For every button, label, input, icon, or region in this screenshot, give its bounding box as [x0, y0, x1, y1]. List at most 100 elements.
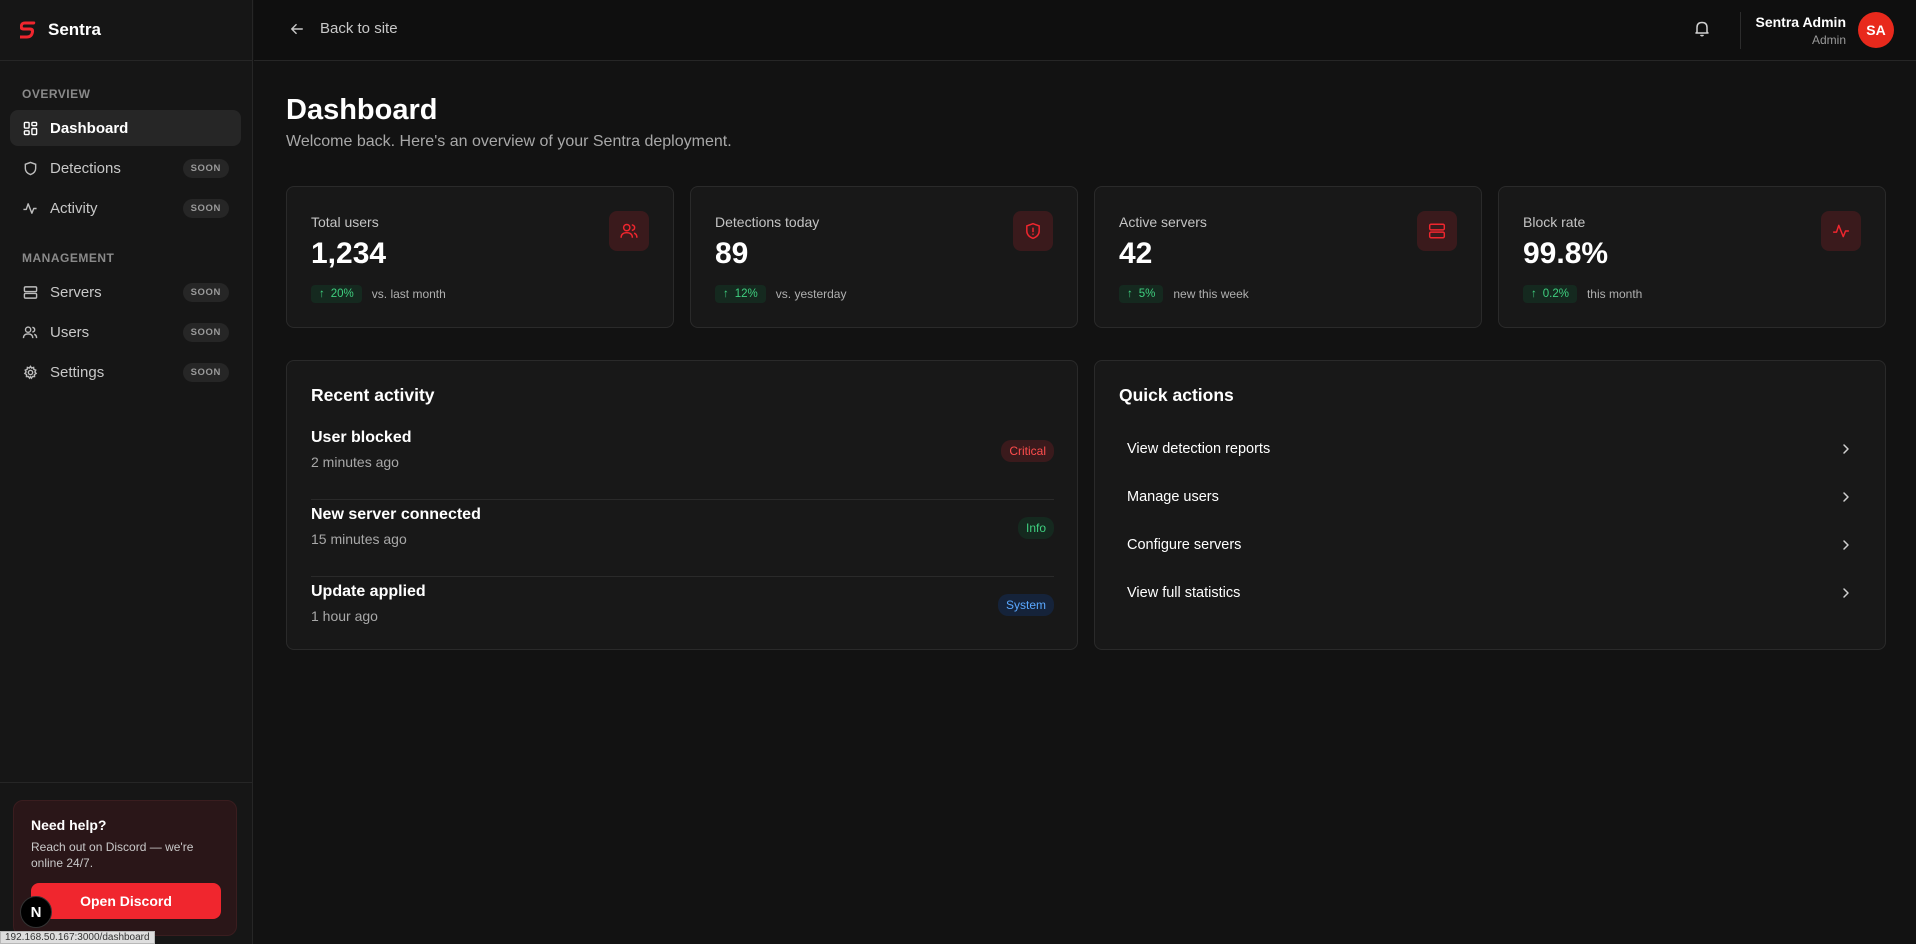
activity-item[interactable]: New server connected 15 minutes ago Info: [311, 500, 1054, 577]
change-pill: ↑ 20%: [311, 285, 362, 303]
chevron-right-icon: [1843, 444, 1849, 454]
activity-icon: [1821, 211, 1861, 251]
activity-time: 15 minutes ago: [311, 531, 407, 547]
stat-change: ↑ 12% vs. yesterday: [715, 285, 846, 303]
user-menu[interactable]: Sentra Admin Admin: [1756, 14, 1847, 47]
stat-label: Block rate: [1523, 214, 1586, 230]
soon-badge: SOON: [182, 362, 229, 382]
sidebar-item-label: Detections: [50, 159, 121, 177]
status-badge: System: [997, 594, 1054, 616]
quick-action-label: View full statistics: [1127, 585, 1241, 601]
activity-time: 2 minutes ago: [311, 454, 399, 470]
change-value: 20%: [330, 288, 354, 300]
change-value: 5%: [1138, 288, 1156, 300]
chevron-right-icon: [1843, 492, 1849, 502]
stat-change: ↑ 20% vs. last month: [311, 285, 446, 303]
quick-actions-panel: Quick actions View detection reports Man…: [1094, 360, 1886, 650]
page-subtitle: Welcome back. Here's an overview of your…: [286, 133, 732, 150]
quick-action-label: Configure servers: [1127, 537, 1242, 553]
user-name: Sentra Admin: [1755, 14, 1847, 30]
stat-label: Active servers: [1119, 214, 1207, 230]
change-value: 12%: [734, 288, 758, 300]
recent-activity-panel: Recent activity User blocked 2 minutes a…: [286, 360, 1078, 650]
sidebar-item-detections[interactable]: Detections SOON: [10, 150, 241, 186]
activity-time: 1 hour ago: [311, 608, 378, 624]
topbar: Back to site Sentra Admin Admin SA: [254, 0, 1916, 61]
shield-icon: [22, 160, 38, 176]
change-pill: ↑ 0.2%: [1523, 285, 1577, 303]
back-to-site-link[interactable]: Back to site: [290, 20, 398, 37]
stat-change: ↑ 0.2% this month: [1523, 285, 1642, 303]
users-icon: [22, 324, 38, 340]
avatar[interactable]: SA: [1858, 12, 1894, 48]
stat-card-detections-today: Detections today 89 ↑ 12% vs. yesterday: [690, 186, 1078, 328]
change-pill: ↑ 12%: [715, 285, 766, 303]
activity-item[interactable]: Update applied 1 hour ago System: [311, 577, 1054, 654]
sidebar-item-servers[interactable]: Servers SOON: [10, 274, 241, 310]
open-discord-button[interactable]: Open Discord: [31, 883, 221, 919]
shield-alert-icon: [1013, 211, 1053, 251]
users-icon: [609, 211, 649, 251]
gear-icon: [22, 364, 38, 380]
arrow-up-icon: ↑: [1531, 288, 1537, 300]
sidebar-item-label: Servers: [50, 283, 102, 301]
panel-title: Quick actions: [1119, 385, 1234, 405]
bell-icon[interactable]: [1694, 20, 1710, 42]
quick-action-configure-servers[interactable]: Configure servers: [1111, 525, 1871, 565]
arrow-up-icon: ↑: [319, 288, 325, 300]
arrow-left-icon: [291, 23, 303, 34]
brand-name: Sentra: [48, 20, 101, 39]
activity-icon: [22, 200, 38, 216]
server-icon: [22, 284, 38, 300]
sidebar-divider: [0, 782, 253, 783]
activity-title: Update applied: [311, 583, 426, 600]
server-icon: [1417, 211, 1457, 251]
quick-action-manage-users[interactable]: Manage users: [1111, 477, 1871, 517]
panel-title: Recent activity: [311, 385, 435, 405]
sentra-logo-icon: [20, 21, 36, 39]
nav-section-management: MANAGEMENT: [22, 251, 115, 265]
arrow-up-icon: ↑: [1127, 288, 1133, 300]
change-note: new this week: [1173, 287, 1249, 301]
sidebar-item-settings[interactable]: Settings SOON: [10, 354, 241, 390]
dashboard-icon: [22, 120, 38, 136]
user-role: Admin: [1811, 33, 1846, 47]
arrow-up-icon: ↑: [723, 288, 729, 300]
brand[interactable]: Sentra: [0, 0, 252, 61]
sidebar-item-label: Settings: [50, 363, 105, 381]
stat-card-block-rate: Block rate 99.8% ↑ 0.2% this month: [1498, 186, 1886, 328]
next-dev-badge[interactable]: N: [20, 896, 52, 928]
sidebar-item-label: Activity: [50, 199, 98, 217]
change-value: 0.2%: [1542, 288, 1569, 300]
topbar-divider: [1740, 12, 1741, 49]
stat-value: 42: [1119, 237, 1153, 270]
sidebar-item-dashboard[interactable]: Dashboard: [10, 110, 241, 146]
sidebar-item-users[interactable]: Users SOON: [10, 314, 241, 350]
activity-title: New server connected: [311, 506, 481, 523]
quick-action-view-detection-reports[interactable]: View detection reports: [1111, 429, 1871, 469]
nav-section-overview: OVERVIEW: [22, 87, 91, 101]
chevron-right-icon: [1843, 588, 1849, 598]
sidebar-item-label: Dashboard: [50, 119, 129, 137]
stat-label: Total users: [311, 214, 379, 230]
soon-badge: SOON: [182, 322, 229, 342]
back-to-site-label: Back to site: [320, 20, 398, 37]
stat-card-total-users: Total users 1,234 ↑ 20% vs. last month: [286, 186, 674, 328]
stat-change: ↑ 5% new this week: [1119, 285, 1249, 303]
page-title: Dashboard: [286, 94, 438, 126]
activity-item[interactable]: User blocked 2 minutes ago Critical: [311, 423, 1054, 500]
stat-value: 1,234: [311, 237, 387, 270]
quick-action-label: Manage users: [1127, 489, 1219, 505]
sidebar-item-activity[interactable]: Activity SOON: [10, 190, 241, 226]
stat-card-active-servers: Active servers 42 ↑ 5% new this week: [1094, 186, 1482, 328]
help-text: Reach out on Discord — we're online 24/7…: [31, 840, 194, 870]
stat-value: 89: [715, 237, 749, 270]
status-bar-url: 192.168.50.167:3000/dashboard: [0, 931, 155, 944]
quick-action-view-full-statistics[interactable]: View full statistics: [1111, 573, 1871, 613]
soon-badge: SOON: [182, 158, 229, 178]
change-note: this month: [1586, 287, 1643, 301]
stat-label: Detections today: [715, 214, 820, 230]
change-note: vs. yesterday: [775, 287, 847, 301]
sidebar: Sentra OVERVIEW Dashboard Detections SOO…: [0, 0, 253, 944]
change-pill: ↑ 5%: [1119, 285, 1164, 303]
